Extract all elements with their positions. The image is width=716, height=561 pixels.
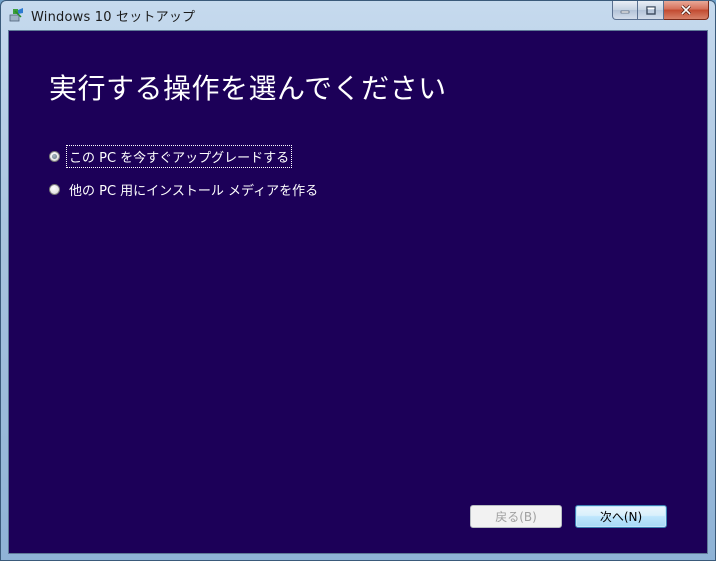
option-create-installation-media-label[interactable]: 他の PC 用にインストール メディアを作る xyxy=(67,179,320,200)
windows-setup-icon xyxy=(9,8,23,22)
maximize-icon xyxy=(645,5,656,15)
close-icon xyxy=(680,5,692,15)
maximize-button[interactable] xyxy=(638,1,664,20)
option-create-installation-media[interactable]: 他の PC 用にインストール メディアを作る xyxy=(49,179,320,200)
next-button[interactable]: 次へ(N) xyxy=(575,505,667,528)
option-upgrade-this-pc[interactable]: この PC を今すぐアップグレードする xyxy=(49,145,293,168)
setup-content: 実行する操作を選んでください この PC を今すぐアップグレードする 他の PC… xyxy=(8,30,708,554)
title-bar[interactable]: Windows 10 セットアップ xyxy=(1,1,715,29)
radio-create-installation-media[interactable] xyxy=(49,184,60,195)
caption-buttons xyxy=(612,1,709,20)
setup-window: Windows 10 セットアップ 実行する操作を選んでください この PC を… xyxy=(0,0,716,561)
option-upgrade-this-pc-label[interactable]: この PC を今すぐアップグレードする xyxy=(65,145,293,168)
back-button[interactable]: 戻る(B) xyxy=(470,505,562,528)
radio-upgrade-this-pc[interactable] xyxy=(49,151,60,162)
minimize-button[interactable] xyxy=(612,1,638,20)
minimize-icon xyxy=(620,10,630,14)
close-button[interactable] xyxy=(664,1,709,20)
window-title: Windows 10 セットアップ xyxy=(31,10,196,25)
page-title: 実行する操作を選んでください xyxy=(49,72,447,105)
